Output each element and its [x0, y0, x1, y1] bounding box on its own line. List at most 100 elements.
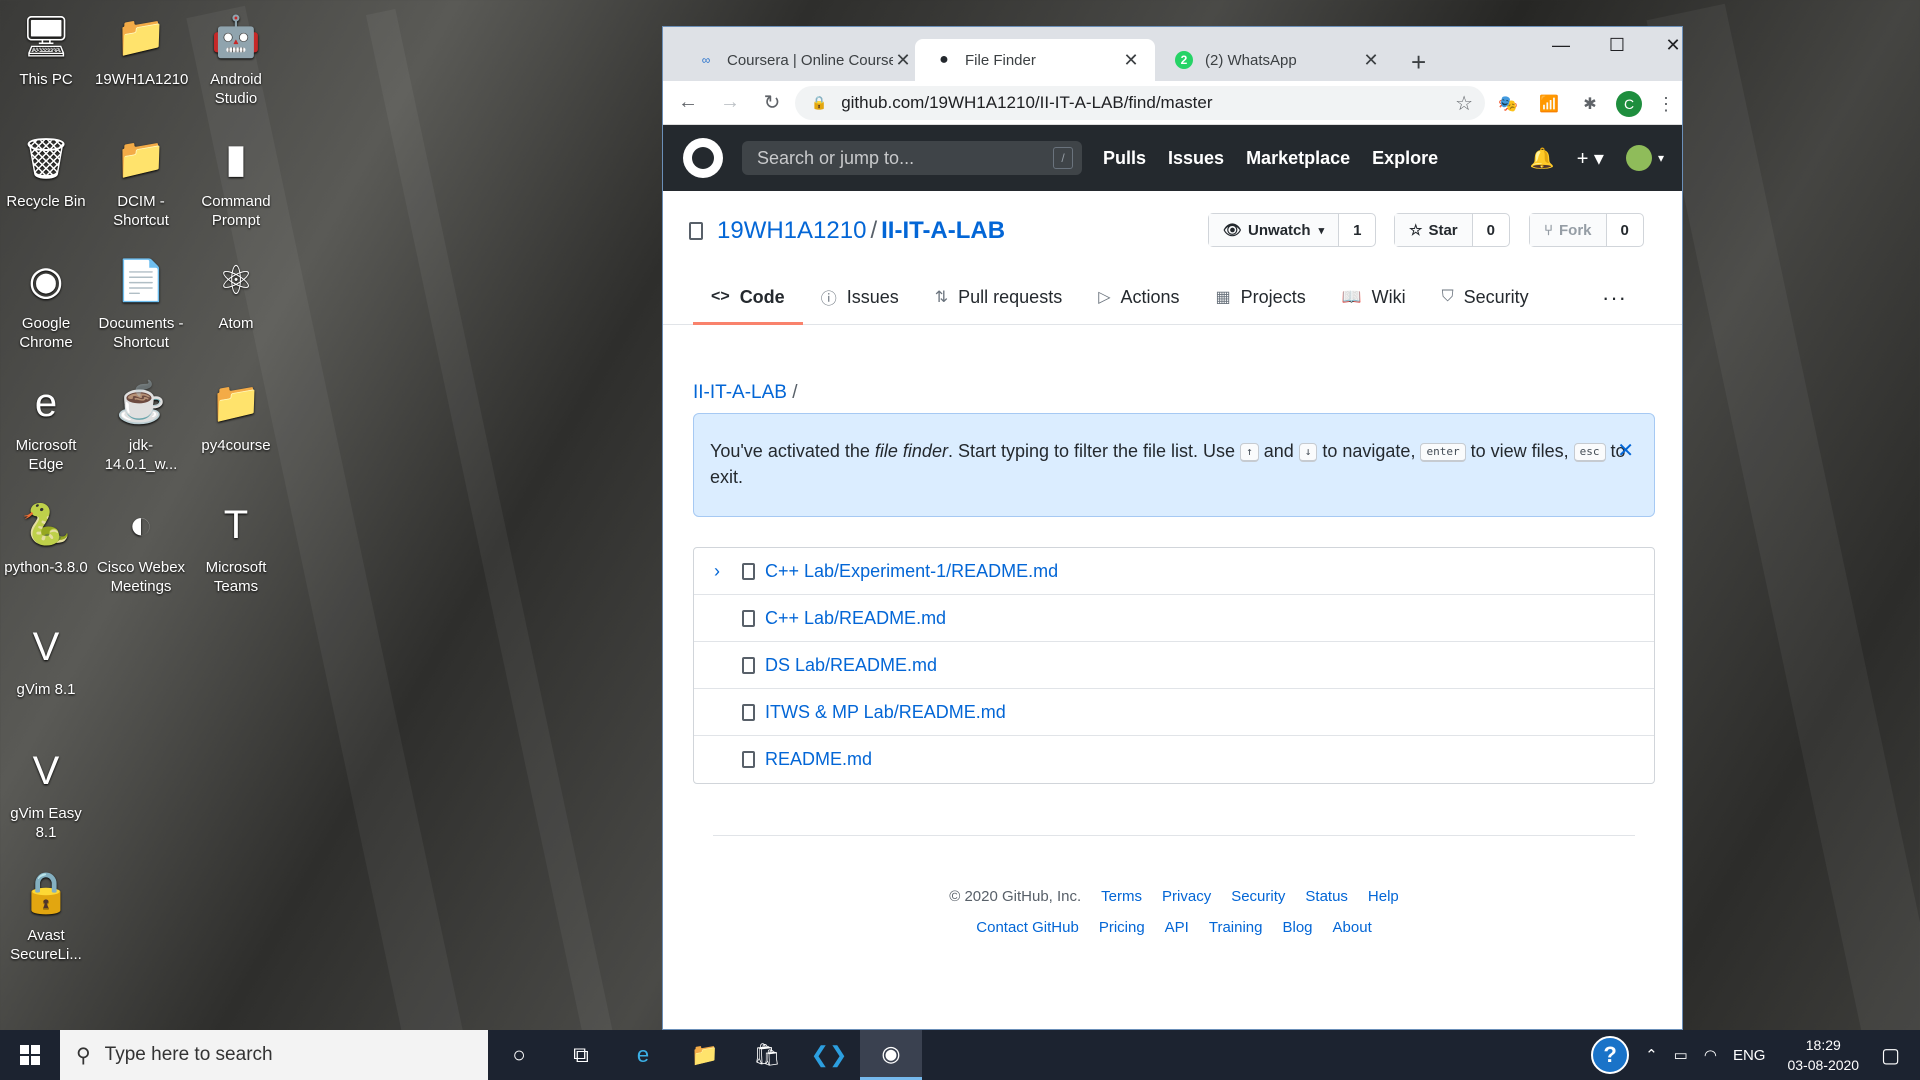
footer-link-pricing[interactable]: Pricing: [1099, 919, 1145, 936]
desktop-icon[interactable]: 🗑 Recycle Bin: [0, 130, 92, 211]
close-notice-icon[interactable]: ✕: [1617, 438, 1634, 464]
desktop-icon[interactable]: ◉ Google Chrome: [0, 252, 92, 352]
nav-explore[interactable]: Explore: [1372, 148, 1438, 169]
extension-avatar-icon[interactable]: 🎭: [1495, 91, 1521, 117]
cortana-icon[interactable]: ○: [488, 1030, 550, 1080]
nav-pulls[interactable]: Pulls: [1103, 148, 1146, 169]
file-path[interactable]: C++ Lab/README.md: [765, 608, 946, 629]
footer-link-about[interactable]: About: [1333, 919, 1372, 936]
minimize-button[interactable]: —: [1541, 35, 1581, 56]
maximize-button[interactable]: ☐: [1597, 35, 1637, 56]
tab-issues[interactable]: ⓘ Issues: [803, 269, 917, 325]
desktop-icon[interactable]: ▮ Command Prompt: [190, 130, 282, 230]
address-bar[interactable]: 🔒 github.com/19WH1A1210/II-IT-A-LAB/find…: [795, 86, 1485, 120]
file-path[interactable]: C++ Lab/Experiment-1/README.md: [765, 561, 1058, 582]
footer-link-status[interactable]: Status: [1305, 888, 1348, 905]
notification-icon[interactable]: ▢: [1881, 1043, 1900, 1068]
close-tab-icon[interactable]: ✕: [1121, 50, 1141, 71]
footer-link-terms[interactable]: Terms: [1101, 888, 1142, 905]
tab-whatsapp[interactable]: 2 (2) WhatsApp ✕: [1155, 39, 1395, 81]
breadcrumb-repo-link[interactable]: II-IT-A-LAB: [693, 382, 787, 403]
tab-wiki[interactable]: 📖 Wiki: [1324, 269, 1424, 325]
start-button[interactable]: [0, 1030, 60, 1080]
file-path[interactable]: ITWS & MP Lab/README.md: [765, 702, 1006, 723]
footer-link-security[interactable]: Security: [1231, 888, 1285, 905]
watch-count[interactable]: 1: [1339, 214, 1375, 246]
file-explorer-icon[interactable]: 📁: [674, 1030, 736, 1080]
tab-security[interactable]: ⛉ Security: [1424, 269, 1547, 325]
close-tab-icon[interactable]: ✕: [1361, 50, 1381, 71]
star-count[interactable]: 0: [1473, 214, 1509, 246]
list-item[interactable]: › C++ Lab/Experiment-1/README.md: [694, 548, 1654, 595]
tab-code[interactable]: <> Code: [693, 269, 803, 325]
battery-icon[interactable]: ▭: [1674, 1046, 1688, 1064]
task-view-icon[interactable]: ⧉: [550, 1030, 612, 1080]
desktop-icon[interactable]: ⚛ Atom: [190, 252, 282, 333]
desktop-icon[interactable]: ☕ jdk-14.0.1_w...: [95, 374, 187, 474]
tab-projects[interactable]: ▦ Projects: [1198, 269, 1324, 325]
back-button[interactable]: ←: [667, 91, 709, 114]
forward-button[interactable]: →: [709, 91, 751, 114]
desktop-icon[interactable]: e Microsoft Edge: [0, 374, 92, 474]
repo-owner-link[interactable]: 19WH1A1210: [717, 217, 866, 245]
list-item[interactable]: ITWS & MP Lab/README.md: [694, 689, 1654, 736]
desktop-icon[interactable]: 📁 py4course: [190, 374, 282, 455]
taskbar-search-input[interactable]: ⚲ Type here to search: [60, 1030, 488, 1080]
create-new-icon[interactable]: + ▾: [1577, 146, 1604, 171]
file-path[interactable]: DS Lab/README.md: [765, 655, 937, 676]
more-tabs-button[interactable]: ···: [1602, 285, 1627, 311]
nav-issues[interactable]: Issues: [1168, 148, 1224, 169]
desktop-icon[interactable]: VgVim 8.1: [0, 618, 92, 699]
user-menu[interactable]: ▾: [1625, 145, 1664, 171]
fork-count[interactable]: 0: [1607, 214, 1643, 246]
desktop-icon[interactable]: 🖥 This PC: [0, 8, 92, 89]
tab-file-finder[interactable]: ● File Finder ✕: [915, 39, 1155, 81]
wifi-icon[interactable]: ◠: [1704, 1046, 1717, 1064]
footer-link-privacy[interactable]: Privacy: [1162, 888, 1211, 905]
reload-button[interactable]: ↻: [751, 90, 793, 115]
desktop-icon[interactable]: 🐍 python-3.8.0: [0, 496, 92, 577]
edge-taskbar-icon[interactable]: e: [612, 1030, 674, 1080]
list-item[interactable]: README.md: [694, 736, 1654, 783]
desktop-icon[interactable]: 📄 Documents - Shortcut: [95, 252, 187, 352]
footer-link-training[interactable]: Training: [1209, 919, 1263, 936]
bell-icon[interactable]: 🔔: [1530, 146, 1555, 171]
unwatch-button[interactable]: 👁 Unwatch ▾: [1209, 214, 1340, 246]
language-indicator[interactable]: ENG: [1733, 1047, 1766, 1064]
desktop-icon[interactable]: VgVim Easy 8.1: [0, 742, 92, 842]
desktop-icon[interactable]: T Microsoft Teams: [190, 496, 282, 596]
extensions-puzzle-icon[interactable]: ✱: [1577, 91, 1603, 117]
github-logo-icon[interactable]: [683, 138, 723, 178]
list-item[interactable]: C++ Lab/README.md: [694, 595, 1654, 642]
close-tab-icon[interactable]: ✕: [893, 50, 913, 71]
chrome-taskbar-icon[interactable]: ◉: [860, 1030, 922, 1080]
chrome-menu-icon[interactable]: ⋮: [1653, 91, 1679, 117]
footer-link-contact[interactable]: Contact GitHub: [976, 919, 1079, 936]
close-window-button[interactable]: ✕: [1653, 35, 1682, 56]
clock[interactable]: 18:29 03-08-2020: [1787, 1035, 1859, 1075]
extension-chart-icon[interactable]: 📶: [1536, 91, 1562, 117]
vscode-icon[interactable]: ❮❯: [798, 1030, 860, 1080]
footer-link-help[interactable]: Help: [1368, 888, 1399, 905]
desktop-icon[interactable]: ◐ Cisco Webex Meetings: [95, 496, 187, 596]
help-icon[interactable]: ?: [1591, 1036, 1630, 1074]
store-icon[interactable]: 🛍: [736, 1030, 798, 1080]
desktop-icon[interactable]: 🔒 Avast SecureLi...: [0, 864, 92, 964]
desktop-icon[interactable]: 📁 DCIM - Shortcut: [95, 130, 187, 230]
tab-coursera[interactable]: ∞ Coursera | Online Courses ✕: [677, 39, 927, 81]
github-search-input[interactable]: Search or jump to... /: [742, 141, 1082, 175]
footer-link-blog[interactable]: Blog: [1283, 919, 1313, 936]
nav-marketplace[interactable]: Marketplace: [1246, 148, 1350, 169]
footer-link-api[interactable]: API: [1165, 919, 1189, 936]
desktop-icon[interactable]: 📁 19WH1A1210: [95, 8, 188, 89]
bookmark-star-icon[interactable]: ☆: [1455, 91, 1473, 116]
repo-name-link[interactable]: II-IT-A-LAB: [881, 217, 1005, 245]
star-button[interactable]: ☆ Star: [1395, 214, 1473, 246]
profile-avatar[interactable]: C: [1616, 91, 1642, 117]
chevron-up-icon[interactable]: ⌃: [1645, 1046, 1658, 1064]
list-item[interactable]: DS Lab/README.md: [694, 642, 1654, 689]
tab-actions[interactable]: ▷ Actions: [1080, 269, 1197, 325]
desktop-icon[interactable]: 🤖 Android Studio: [190, 8, 282, 108]
fork-button[interactable]: ⑂ Fork: [1530, 214, 1607, 246]
tab-pull-requests[interactable]: ⇅ Pull requests: [917, 269, 1080, 325]
